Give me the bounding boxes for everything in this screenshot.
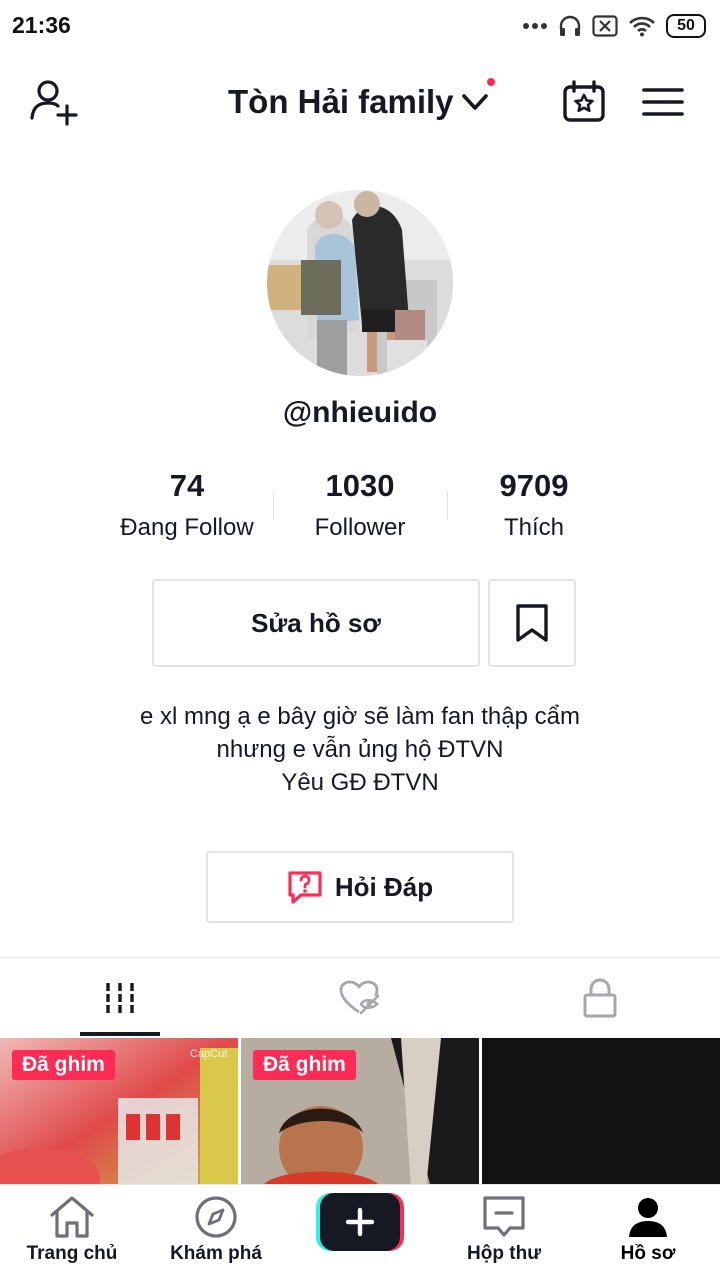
stat-followers-label: Follower [314,514,406,541]
nav-discover[interactable]: Khám phá [144,1185,288,1280]
bio: e xl mng ạ e bây giờ sẽ làm fan thập cẩm… [0,700,720,799]
bio-line: Yêu GĐ ĐTVN [281,769,439,796]
tab-videos[interactable] [0,958,240,1038]
question-bubble-icon [288,871,322,904]
video-thumbnail[interactable]: Đã ghim CapCut [0,1038,238,1188]
stat-likes-label: Thích [503,514,565,541]
compass-icon [195,1196,237,1238]
video-thumbnail-image [482,1038,720,1188]
pinned-badge: Đã ghim [253,1050,356,1080]
bio-line: e xl mng ạ e bây giờ sẽ làm fan thập cẩm [140,703,580,730]
status-time: 21:36 [12,12,71,38]
avatar-photo [267,190,453,376]
stat-likes[interactable]: 9709 Thích [447,466,621,546]
nav-home[interactable]: Trang chủ [0,1185,144,1280]
nav-label: Hồ sơ [620,1243,676,1264]
calendar-star-icon[interactable] [562,80,606,122]
qa-button[interactable]: Hỏi Đáp [206,851,514,923]
sim-off-icon [592,15,618,37]
edit-profile-button[interactable]: Sửa hồ sơ [152,579,480,667]
stat-following-value: 74 [169,468,205,503]
plus-icon [316,1193,404,1251]
notification-dot [487,78,495,86]
avatar[interactable] [267,190,453,376]
tab-active-indicator [80,1032,160,1036]
status-bar: 21:36 50 [0,0,720,52]
more-dots-icon [523,23,547,29]
menu-icon[interactable] [642,86,684,118]
add-friend-icon[interactable] [28,78,80,126]
nav-profile[interactable]: Hồ sơ [576,1185,720,1280]
stat-following[interactable]: 74 Đang Follow [100,466,274,546]
tab-private[interactable] [480,958,720,1038]
qa-label: Hỏi Đáp [334,871,434,902]
profile-icon [629,1198,667,1237]
nav-create[interactable] [288,1185,432,1280]
stat-followers-value: 1030 [325,468,395,503]
pinned-badge: Đã ghim [12,1050,115,1080]
home-icon [50,1196,94,1238]
header-title: Tòn Hải family [228,83,454,120]
profile-stats: 74 Đang Follow 1030 Follower 9709 Thích [100,466,620,550]
hidden-heart-icon [339,980,380,1015]
stat-followers[interactable]: 1030 Follower [273,466,447,546]
battery-indicator: 50 [666,14,706,38]
username: @nhieuido [282,396,438,429]
nav-label: Trang chủ [26,1243,118,1264]
stat-likes-value: 9709 [499,468,569,503]
stat-following-label: Đang Follow [120,514,254,541]
lock-icon [583,978,617,1018]
bookmark-icon [516,604,548,642]
bio-line: nhưng e vẫn ủng hộ ĐTVN [216,736,504,763]
profile-header: Tòn Hải family [0,60,720,144]
headset-icon [559,15,581,36]
watermark-label: CapCut [190,1048,228,1060]
chevron-down-icon [461,94,488,110]
nav-label: Khám phá [170,1243,262,1264]
wifi-icon [629,16,655,37]
video-thumbnail[interactable] [482,1038,720,1188]
video-thumbnail[interactable]: Đã ghim [241,1038,479,1188]
account-switcher[interactable]: Tòn Hải family [228,80,490,124]
tab-liked[interactable] [240,958,480,1038]
bookmark-button[interactable] [488,579,576,667]
bottom-nav: Trang chủ Khám phá Hộp thư Hồ sơ [0,1184,720,1280]
status-icons: 50 [522,12,706,40]
video-grid-icon [106,983,134,1013]
inbox-icon [483,1196,525,1237]
nav-label: Hộp thư [467,1243,541,1264]
nav-inbox[interactable]: Hộp thư [432,1185,576,1280]
